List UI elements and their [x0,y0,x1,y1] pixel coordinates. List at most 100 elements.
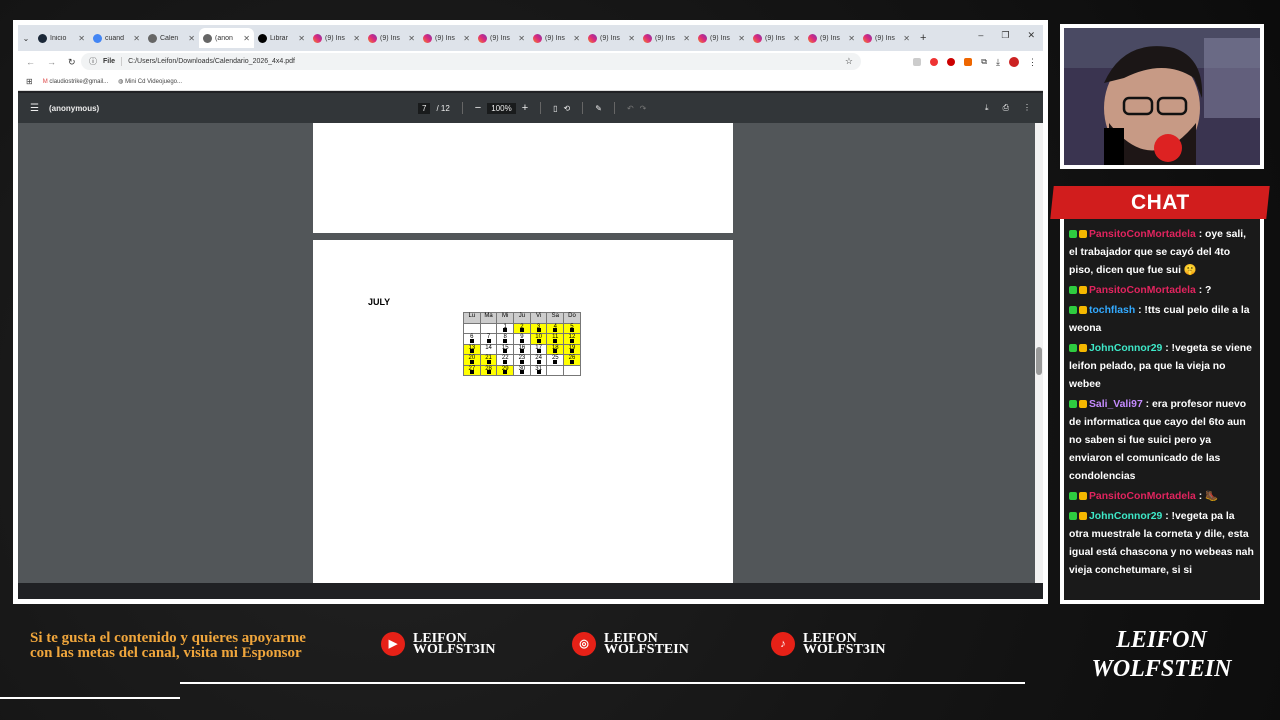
puzzle-icon[interactable]: ⧉ [981,57,987,67]
calendar-day: 6 [463,333,481,345]
youtube-link[interactable]: ▶ LEIFON WOLFST3IN [381,632,513,657]
tab-close-icon[interactable]: ✕ [793,34,800,43]
tab[interactable]: (9) Ins ✕ [419,28,474,48]
tab-close-icon[interactable]: ✕ [243,34,250,43]
google-icon [93,33,102,43]
chat-username[interactable]: Sali_Vali97 [1089,399,1143,410]
tab-close-icon[interactable]: ✕ [738,34,745,43]
scrollbar-thumb[interactable] [1036,347,1042,375]
tab-title: (anon [215,34,233,42]
tab-close-icon[interactable]: ✕ [518,34,525,43]
redo-icon[interactable]: ↷ [640,104,647,113]
badge-icon [1069,230,1077,239]
tab[interactable]: (9) Ins ✕ [859,28,914,48]
extension-icon[interactable] [930,58,939,66]
tab-close-icon[interactable]: ✕ [188,34,195,43]
tab[interactable]: cuand ✕ [89,28,144,48]
zoom-in-icon[interactable]: + [522,102,528,114]
close-icon[interactable]: ✕ [1027,30,1035,41]
tab-search-icon[interactable]: ⌄ [18,34,34,43]
day-marker [503,328,508,332]
calendar-day [546,364,565,376]
tab-close-icon[interactable]: ✕ [133,34,140,43]
chat-username[interactable]: PansitoConMortadela [1089,491,1196,502]
bookmark-videojuego[interactable]: ◍ Mini Cd Videojuego... [118,78,182,85]
tab-close-icon[interactable]: ✕ [573,34,580,43]
chat-username[interactable]: PansitoConMortadela [1089,285,1196,296]
tab-close-icon[interactable]: ✕ [353,34,360,43]
tab[interactable]: (9) Ins ✕ [474,28,529,48]
badge-icon [1069,286,1077,295]
apps-icon[interactable]: ⊞ [26,77,33,86]
more-icon[interactable]: ⋮ [1023,103,1031,113]
day-marker [553,359,558,364]
tab[interactable]: (9) Ins ✕ [529,28,584,48]
rotate-icon[interactable]: ⟲ [564,104,571,113]
calendar-day: 25 [546,354,565,366]
chat-username[interactable]: JohnConnor29 [1089,511,1162,522]
new-tab-button[interactable]: + [920,32,926,44]
tiktok-handle: LEIFON WOLFST3IN [803,631,886,657]
bookmark-star-icon[interactable]: ☆ [845,56,853,67]
chat-username[interactable]: tochflash [1089,305,1135,316]
tab-close-icon[interactable]: ✕ [903,34,910,43]
sidebar-menu-icon[interactable]: ☰ [30,103,39,114]
tab-title: (9) Ins [765,34,785,42]
tab-close-icon[interactable]: ✕ [463,34,470,43]
tiktok-link[interactable]: ♪ LEIFON WOLFST3IN [771,631,903,657]
fit-page-icon[interactable]: ▯ [553,104,557,113]
tab-close-icon[interactable]: ✕ [628,34,635,43]
address-bar[interactable]: ⓘ File C:/Users/Leifon/Downloads/Calenda… [81,53,861,70]
tab[interactable]: (9) Ins ✕ [804,28,859,48]
instagram-link[interactable]: ◎ LEIFON WOLFSTEIN [572,632,704,657]
tab-close-icon[interactable]: ✕ [848,34,855,43]
tab-close-icon[interactable]: ✕ [683,34,690,43]
page-number-input[interactable]: 7 [418,102,431,114]
bookmark-gmail[interactable]: M claudiostrike@gmail... [43,79,108,85]
print-icon[interactable]: ⎙ [1003,103,1009,113]
download-icon[interactable]: ⤓ [996,57,1000,68]
forward-icon[interactable]: → [47,57,56,67]
day-marker [536,349,541,353]
scrollbar[interactable] [1035,123,1043,583]
tab-title: (9) Ins [325,34,345,42]
reload-icon[interactable]: ↻ [68,57,76,68]
avatar[interactable] [1009,57,1019,67]
tab-close-icon[interactable]: ✕ [78,34,85,43]
zoom-input[interactable]: 100% [487,102,516,114]
tab-close-icon[interactable]: ✕ [408,34,415,43]
day-marker [486,338,491,343]
day-marker [553,349,558,353]
chat-username[interactable]: PansitoConMortadela [1089,229,1196,240]
zoom-out-icon[interactable]: − [475,102,481,114]
tab[interactable]: Inicio ✕ [34,28,89,48]
download-icon[interactable]: ⤓ [985,103,989,113]
tab-close-icon[interactable]: ✕ [298,34,305,43]
divider [461,102,463,114]
tab[interactable]: Librar ✕ [254,28,309,48]
tab[interactable]: (9) Ins ✕ [309,28,364,48]
back-icon[interactable]: ← [26,57,35,67]
minimize-icon[interactable]: – [978,30,983,41]
calendar-week: 6 7 8 9 10 11 12 [463,333,581,345]
restore-icon[interactable]: ❐ [1001,30,1009,41]
annotate-icon[interactable]: ✎ [595,104,602,113]
menu-icon[interactable]: ⋮ [1028,57,1037,68]
badge-icon [1079,512,1087,521]
tab[interactable]: (9) Ins ✕ [639,28,694,48]
tab[interactable]: (anon ✕ [199,28,254,48]
extension-icon[interactable] [964,58,973,66]
tab[interactable]: (9) Ins ✕ [694,28,749,48]
chat-message: PansitoConMortadela : oye sali, el traba… [1069,226,1257,280]
instagram-icon [698,33,707,43]
calendar-day: 21 [479,354,498,366]
chat-username[interactable]: JohnConnor29 [1089,343,1162,354]
tab[interactable]: (9) Ins ✕ [364,28,419,48]
tab[interactable]: Calen ✕ [144,28,199,48]
tab[interactable]: (9) Ins ✕ [749,28,804,48]
extension-icon[interactable] [947,58,956,66]
tab[interactable]: (9) Ins ✕ [584,28,639,48]
day-number: 14 [485,344,492,351]
extension-icon[interactable] [913,58,922,66]
undo-icon[interactable]: ↶ [627,104,634,113]
